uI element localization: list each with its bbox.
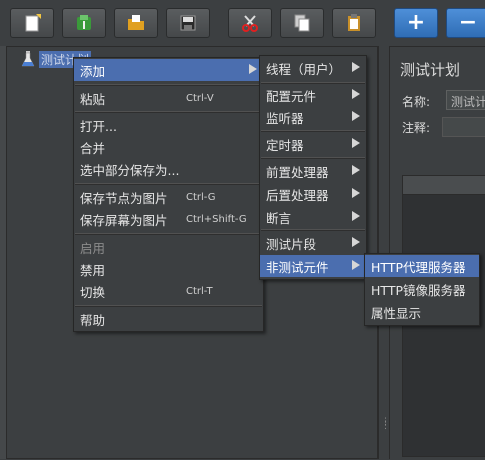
- submenu-item-threads[interactable]: 线程（用户）: [260, 57, 366, 79]
- menu-separator: [261, 130, 365, 132]
- menu-item-label: 属性显示: [371, 305, 422, 321]
- panel-title: 测试计划: [400, 61, 461, 79]
- menu-separator: [75, 183, 262, 185]
- submenu-arrow-icon: [352, 188, 360, 198]
- menu-item-enable: 启用: [74, 236, 263, 258]
- submenu-arrow-icon: [352, 89, 360, 99]
- menu-item-label: 监听器: [266, 110, 304, 126]
- menu-item-label: 线程（用户）: [266, 61, 342, 77]
- context-menu: 添加 粘贴 Ctrl-V 打开... 合并 选中部分保存为... 保存节点为图片…: [73, 57, 264, 332]
- submenu-item-listener[interactable]: 监听器: [260, 106, 366, 128]
- menu-item-label: 打开...: [80, 118, 117, 134]
- table-header: [403, 176, 485, 195]
- menu-item-paste[interactable]: 粘贴 Ctrl-V: [74, 87, 263, 109]
- toolbar: + −: [0, 0, 485, 46]
- menu-item-add[interactable]: 添加: [74, 59, 263, 81]
- menu-item-save-node-as-image[interactable]: 保存节点为图片 Ctrl-G: [74, 186, 263, 208]
- submenu-item-property-display[interactable]: 属性显示: [365, 301, 479, 323]
- submenu-arrow-icon: [352, 165, 360, 175]
- menu-item-label: 后置处理器: [266, 187, 329, 203]
- menu-separator: [261, 229, 365, 231]
- name-field[interactable]: 测试计划: [446, 90, 485, 110]
- save-button[interactable]: [166, 8, 210, 38]
- menu-separator: [75, 84, 262, 86]
- menu-separator: [75, 305, 262, 307]
- paste-button[interactable]: [332, 8, 376, 38]
- menu-item-save-screen-as-image[interactable]: 保存屏幕为图片 Ctrl+Shift-G: [74, 208, 263, 230]
- menu-item-label: 保存屏幕为图片: [80, 212, 168, 228]
- menu-item-label: 启用: [80, 240, 106, 256]
- menu-item-label: 断言: [266, 210, 292, 226]
- plus-icon: +: [406, 10, 426, 35]
- cut-button[interactable]: [228, 8, 272, 38]
- shortcut-text: Ctrl-T: [186, 285, 213, 297]
- submenu-item-post-processor[interactable]: 后置处理器: [260, 183, 366, 205]
- menu-item-label: 帮助: [80, 312, 106, 328]
- menu-item-merge[interactable]: 合并: [74, 136, 263, 158]
- new-document-icon: [25, 14, 41, 32]
- menu-item-label: 非测试元件: [266, 259, 329, 275]
- menu-item-label: 切换: [80, 284, 106, 300]
- scissors-icon: [242, 15, 258, 32]
- submenu-item-http-mirror-server[interactable]: HTTP镜像服务器: [365, 278, 479, 300]
- new-plan-button[interactable]: [10, 8, 54, 38]
- shortcut-text: Ctrl-G: [186, 191, 216, 203]
- submenu-item-test-fragment[interactable]: 测试片段: [260, 232, 366, 254]
- menu-separator: [75, 233, 262, 235]
- menu-item-label: 保存节点为图片: [80, 190, 168, 206]
- menu-item-label: 添加: [80, 63, 106, 79]
- menu-item-help[interactable]: 帮助: [74, 308, 263, 330]
- copy-button[interactable]: [280, 8, 324, 38]
- submenu-arrow-icon: [352, 138, 360, 148]
- menu-item-label: 选中部分保存为...: [80, 162, 180, 178]
- submenu-item-http-proxy-server[interactable]: HTTP代理服务器: [365, 255, 479, 277]
- open-button[interactable]: [114, 8, 158, 38]
- submenu-item-timer[interactable]: 定时器: [260, 133, 366, 155]
- shortcut-text: Ctrl-V: [186, 92, 214, 104]
- menu-item-label: 粘贴: [80, 91, 106, 107]
- submenu-arrow-icon: [352, 260, 360, 270]
- submenu-item-config-element[interactable]: 配置元件: [260, 84, 366, 106]
- templates-icon: [77, 15, 91, 30]
- menu-item-disable[interactable]: 禁用: [74, 258, 263, 280]
- menu-item-label: 禁用: [80, 262, 106, 278]
- menu-item-label: 前置处理器: [266, 164, 329, 180]
- name-label: 名称:: [402, 95, 431, 109]
- menu-item-label: HTTP镜像服务器: [371, 282, 466, 298]
- submenu-arrow-icon: [249, 64, 257, 74]
- submenu-item-assertion[interactable]: 断言: [260, 206, 366, 228]
- comment-field[interactable]: [442, 117, 485, 137]
- comment-label: 注释:: [402, 121, 431, 135]
- menu-item-label: 合并: [80, 140, 106, 156]
- expand-button[interactable]: +: [394, 8, 438, 38]
- non-test-elements-submenu: HTTP代理服务器 HTTP镜像服务器 属性显示: [364, 253, 480, 326]
- menu-item-open[interactable]: 打开...: [74, 114, 263, 136]
- folder-open-icon: [128, 15, 144, 30]
- minus-icon: −: [458, 10, 478, 35]
- menu-item-toggle[interactable]: 切换 Ctrl-T: [74, 280, 263, 302]
- submenu-arrow-icon: [352, 237, 360, 247]
- copy-icon: [294, 14, 310, 32]
- test-tube-icon: [21, 51, 35, 67]
- menu-item-label: 测试片段: [266, 236, 317, 252]
- menu-separator: [75, 111, 262, 113]
- menu-item-label: 定时器: [266, 137, 304, 153]
- floppy-disk-icon: [180, 15, 196, 31]
- templates-button[interactable]: [62, 8, 106, 38]
- submenu-item-non-test-elements[interactable]: 非测试元件: [260, 255, 366, 277]
- menu-item-label: 配置元件: [266, 88, 317, 104]
- submenu-arrow-icon: [352, 211, 360, 221]
- submenu-arrow-icon: [352, 111, 360, 121]
- menu-item-save-selection-as[interactable]: 选中部分保存为...: [74, 158, 263, 180]
- shortcut-text: Ctrl+Shift-G: [186, 213, 247, 225]
- collapse-button[interactable]: −: [446, 8, 485, 38]
- menu-item-label: HTTP代理服务器: [371, 259, 466, 275]
- add-submenu: 线程（用户） 配置元件 监听器 定时器 前置处理器 后置处理器 断言 测试片段 …: [259, 55, 367, 280]
- submenu-item-pre-processor[interactable]: 前置处理器: [260, 160, 366, 182]
- splitter-grip-icon: ⋮ ⋮: [381, 417, 390, 431]
- submenu-arrow-icon: [352, 62, 360, 72]
- menu-separator: [261, 157, 365, 159]
- clipboard-icon: [348, 14, 360, 31]
